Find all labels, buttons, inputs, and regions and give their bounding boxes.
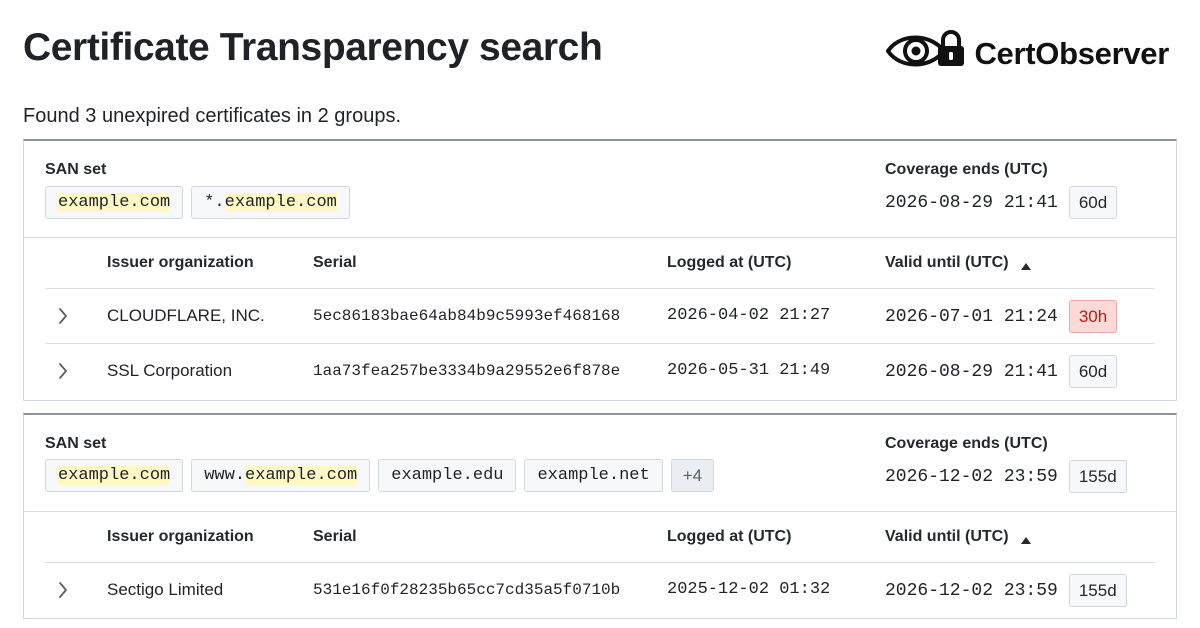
brand-name: CertObserver (974, 35, 1169, 71)
column-header-issuer[interactable]: Issuer organization (107, 528, 254, 546)
coverage-badge: 155d (1068, 460, 1127, 493)
table-row[interactable]: Sectigo Limited 531e16f0f28235b65cc7cd35… (24, 563, 1176, 617)
san-chip[interactable]: example.edu (378, 459, 517, 492)
san-chip[interactable]: example.com (45, 186, 184, 219)
san-chip-list: example.com www.example.com example.edu … (45, 459, 715, 492)
table-row[interactable]: SSL Corporation 1aa73fea257be3334b9a2955… (24, 344, 1176, 398)
expiry-badge: 155d (1068, 574, 1127, 607)
issuer-cell: CLOUDFLARE, INC. (107, 306, 265, 325)
sort-ascending-icon[interactable] (1020, 532, 1032, 550)
sort-ascending-icon[interactable] (1020, 258, 1032, 276)
column-header-serial[interactable]: Serial (313, 254, 357, 272)
column-header-logged[interactable]: Logged at (UTC) (667, 528, 791, 546)
coverage-ends-label: Coverage ends (UTC) (885, 435, 1048, 452)
certificate-group: SAN set example.com www.example.com exam… (23, 413, 1177, 619)
table-row[interactable]: CLOUDFLARE, INC. 5ec86183bae64ab84b9c599… (24, 289, 1176, 343)
valid-until-date: 2026-08-29 21:41 (885, 361, 1058, 382)
san-chip[interactable]: example.com (45, 459, 184, 492)
divider (24, 237, 1176, 238)
expiry-badge: 60d (1068, 355, 1118, 388)
more-sans-button[interactable]: +4 (670, 459, 715, 492)
logged-cell: 2025-12-02 01:32 (667, 580, 831, 599)
column-header-valid-until[interactable]: Valid until (UTC) (885, 528, 1009, 546)
san-chip-list: example.com *.example.com (45, 186, 350, 219)
expiry-badge: 30h (1068, 300, 1118, 333)
column-header-valid-until[interactable]: Valid until (UTC) (885, 254, 1009, 272)
column-header-issuer[interactable]: Issuer organization (107, 254, 254, 272)
valid-until-cell: 2026-12-02 23:59 155d (885, 574, 1127, 607)
eye-lock-icon (886, 28, 966, 79)
logged-cell: 2026-05-31 21:49 (667, 361, 831, 380)
san-chip[interactable]: example.net (524, 459, 663, 492)
coverage-badge: 60d (1068, 186, 1118, 219)
page-title: Certificate Transparency search (23, 26, 603, 69)
coverage-date: 2026-12-02 23:59 (885, 466, 1058, 487)
column-header-serial[interactable]: Serial (313, 528, 357, 546)
issuer-cell: SSL Corporation (107, 361, 233, 380)
chevron-right-icon[interactable] (57, 306, 69, 331)
valid-until-cell: 2026-07-01 21:24 30h (885, 300, 1118, 333)
column-header-logged[interactable]: Logged at (UTC) (667, 254, 791, 272)
divider (24, 511, 1176, 512)
san-chip[interactable]: *.example.com (191, 186, 350, 219)
coverage-ends-label: Coverage ends (UTC) (885, 161, 1048, 178)
coverage-ends: 2026-12-02 23:59 155d (885, 460, 1127, 493)
valid-until-date: 2026-07-01 21:24 (885, 306, 1058, 327)
valid-until-date: 2026-12-02 23:59 (885, 580, 1058, 601)
certificate-group: SAN set example.com *.example.com Covera… (23, 139, 1177, 401)
coverage-date: 2026-08-29 21:41 (885, 192, 1058, 213)
logged-cell: 2026-04-02 21:27 (667, 306, 831, 325)
valid-until-cell: 2026-08-29 21:41 60d (885, 355, 1118, 388)
san-set-label: SAN set (45, 435, 107, 452)
brand-logo[interactable]: CertObserver (886, 28, 1169, 79)
serial-cell: 1aa73fea257be3334b9a29552e6f878e (313, 362, 621, 380)
chevron-right-icon[interactable] (57, 361, 69, 386)
san-set-label: SAN set (45, 161, 107, 178)
page: Certificate Transparency search CertObse… (0, 0, 1200, 628)
serial-cell: 531e16f0f28235b65cc7cd35a5f0710b (313, 581, 621, 599)
chevron-right-icon[interactable] (57, 580, 69, 605)
serial-cell: 5ec86183bae64ab84b9c5993ef468168 (313, 307, 621, 325)
issuer-cell: Sectigo Limited (107, 580, 224, 599)
san-chip[interactable]: www.example.com (191, 459, 371, 492)
coverage-ends: 2026-08-29 21:41 60d (885, 186, 1118, 219)
results-summary: Found 3 unexpired certificates in 2 grou… (23, 105, 401, 127)
